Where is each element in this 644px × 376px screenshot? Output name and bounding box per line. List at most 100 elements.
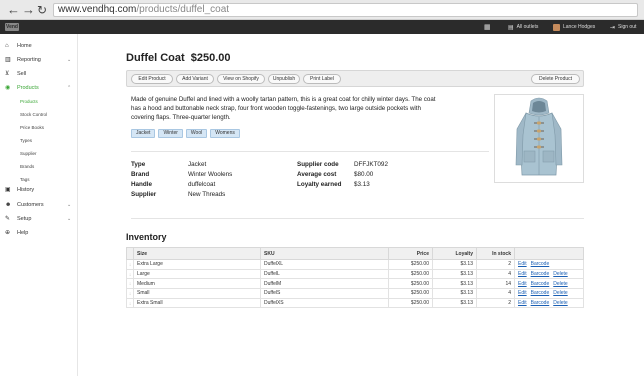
- sidebar-item-customers[interactable]: ☻ Customers ⌄: [0, 200, 78, 211]
- cell-loyalty: $3.13: [432, 297, 477, 309]
- cell-loyalty: $3.13: [432, 278, 477, 290]
- signout-label: Sign out: [618, 24, 637, 30]
- sidebar-item-label: Home: [17, 43, 32, 49]
- cell-size: Small: [133, 288, 261, 299]
- sidebar-item-products[interactable]: ◉ Products ⌃: [0, 83, 78, 94]
- add-variant-button[interactable]: Add Variant: [176, 74, 214, 84]
- sidebar-item-history[interactable]: ▣ History: [0, 185, 78, 196]
- inventory-divider: [131, 218, 584, 219]
- view-on-shopify-button[interactable]: View on Shopify: [217, 74, 265, 84]
- cell-actions: Edit Barcode Delete: [514, 288, 584, 299]
- print-label-button[interactable]: Print Label: [303, 74, 341, 84]
- delete-link[interactable]: Delete: [553, 281, 567, 287]
- product-image[interactable]: [494, 94, 584, 183]
- reload-icon[interactable]: ↻: [37, 2, 47, 18]
- table-row: ⁞ Extra Large DuffelXL $250.00 $3.13 2 E…: [126, 259, 584, 270]
- cell-price: $250.00: [388, 259, 433, 270]
- cart-icon: ⊻: [5, 71, 10, 77]
- product-description: Made of genuine Duffel and lined with a …: [131, 96, 436, 121]
- column-header-actions: [514, 247, 584, 260]
- cell-actions: Edit Barcode Delete: [514, 297, 584, 309]
- sidebar-subitem-products[interactable]: Products: [20, 96, 38, 107]
- cell-loyalty: $3.13: [432, 268, 477, 280]
- tag-wool[interactable]: Wool: [185, 129, 208, 138]
- sidebar-item-setup[interactable]: ✎ Setup ⌄: [0, 214, 78, 225]
- loyalty-earned-label: Loyalty earned: [297, 181, 342, 188]
- cell-size: Extra Small: [133, 297, 261, 309]
- table-row: ⁞ Small DuffelS $250.00 $3.13 4 Edit Barc…: [126, 288, 584, 299]
- sidebar-subitem-stock-control[interactable]: Stock Control: [20, 109, 47, 120]
- drag-handle-icon[interactable]: ⁞: [126, 288, 134, 299]
- unpublish-button[interactable]: Unpublish: [268, 74, 300, 84]
- avatar: [553, 23, 560, 31]
- cell-actions: Edit Barcode Delete: [514, 268, 584, 280]
- table-header-row: Size SKU Price Loyalty In stock: [126, 247, 584, 260]
- edit-link[interactable]: Edit: [518, 261, 527, 267]
- outlets-selector[interactable]: ▤ All outlets: [508, 20, 538, 34]
- cell-sku: DuffelM: [260, 278, 389, 290]
- address-bar[interactable]: www.vendhq.com/products/duffel_coat: [53, 3, 638, 17]
- app-topbar: Vend ▦ ▤ All outlets Lance Hodges ⇥ Sign o…: [0, 20, 644, 34]
- forward-arrow-icon[interactable]: →: [22, 2, 35, 18]
- barcode-link[interactable]: Barcode: [531, 271, 550, 277]
- edit-link[interactable]: Edit: [518, 290, 527, 296]
- delete-product-button[interactable]: Delete Product: [531, 74, 580, 84]
- sidebar: ⌂ Home ▥ Reporting ⌄ ⊻ Sell ◉ Products ⌃ Produ…: [0, 34, 78, 376]
- drag-handle-icon[interactable]: ⁞: [126, 297, 134, 309]
- average-cost-value: $80.00: [354, 171, 374, 178]
- sidebar-item-sell[interactable]: ⊻ Sell: [0, 69, 78, 80]
- sidebar-subitem-price-books[interactable]: Price Books: [20, 122, 44, 133]
- signout-link[interactable]: ⇥ Sign out: [610, 20, 636, 34]
- cell-size: Medium: [133, 278, 261, 290]
- column-header-price[interactable]: Price: [388, 247, 433, 260]
- sidebar-subitem-brands[interactable]: Brands: [20, 161, 34, 172]
- back-arrow-icon[interactable]: ←: [7, 2, 20, 18]
- column-header-in-stock[interactable]: In stock: [476, 247, 515, 260]
- barcode-link[interactable]: Barcode: [531, 281, 550, 287]
- cell-price: $250.00: [388, 278, 433, 290]
- delete-link[interactable]: Delete: [553, 290, 567, 296]
- edit-link[interactable]: Edit: [518, 271, 527, 277]
- history-icon: ▣: [5, 187, 11, 193]
- duffel-coat-image: [515, 97, 563, 176]
- sidebar-item-label: Help: [17, 230, 29, 236]
- edit-link[interactable]: Edit: [518, 281, 527, 287]
- type-value: Jacket: [188, 161, 207, 168]
- sidebar-item-label: Reporting: [17, 57, 41, 63]
- drag-handle-icon[interactable]: ⁞: [126, 259, 134, 270]
- edit-link[interactable]: Edit: [518, 300, 527, 306]
- cell-price: $250.00: [388, 288, 433, 299]
- tag-winter[interactable]: Winter: [158, 129, 183, 138]
- column-header-size[interactable]: Size: [133, 247, 261, 260]
- people-icon: ☻: [5, 202, 12, 208]
- apps-grid-icon[interactable]: ▦: [484, 20, 491, 34]
- sidebar-item-label: Products: [17, 85, 39, 91]
- average-cost-label: Average cost: [297, 171, 337, 178]
- cell-loyalty: $3.13: [432, 288, 477, 299]
- sidebar-item-reporting[interactable]: ▥ Reporting ⌄: [0, 55, 78, 66]
- barcode-link[interactable]: Barcode: [531, 290, 550, 296]
- type-label: Type: [131, 161, 146, 168]
- tag-jacket[interactable]: Jacket: [131, 129, 156, 138]
- sidebar-subitem-types[interactable]: Types: [20, 135, 32, 146]
- column-header-loyalty[interactable]: Loyalty: [432, 247, 477, 260]
- drag-handle-icon[interactable]: ⁞: [126, 268, 134, 280]
- chevron-up-icon: ⌃: [67, 85, 72, 91]
- edit-product-button[interactable]: Edit Product: [131, 74, 173, 84]
- handle-label: Handle: [131, 181, 152, 188]
- column-header-sku[interactable]: SKU: [260, 247, 389, 260]
- cell-price: $250.00: [388, 297, 433, 309]
- delete-link[interactable]: Delete: [553, 300, 567, 306]
- drag-handle-icon[interactable]: ⁞: [126, 278, 134, 290]
- sidebar-subitem-supplier[interactable]: Supplier: [20, 148, 37, 159]
- sidebar-item-home[interactable]: ⌂ Home: [0, 41, 78, 52]
- barcode-link[interactable]: Barcode: [531, 300, 550, 306]
- barcode-link[interactable]: Barcode: [531, 261, 550, 267]
- sidebar-subitem-tags[interactable]: Tags: [20, 174, 30, 185]
- sidebar-item-help[interactable]: ⊕ Help: [0, 228, 78, 239]
- vend-logo[interactable]: Vend: [5, 23, 19, 31]
- tag-womens[interactable]: Womens: [210, 129, 240, 138]
- delete-link[interactable]: Delete: [553, 271, 567, 277]
- user-menu[interactable]: Lance Hodges: [553, 20, 595, 34]
- cell-sku: DuffelXS: [260, 297, 389, 309]
